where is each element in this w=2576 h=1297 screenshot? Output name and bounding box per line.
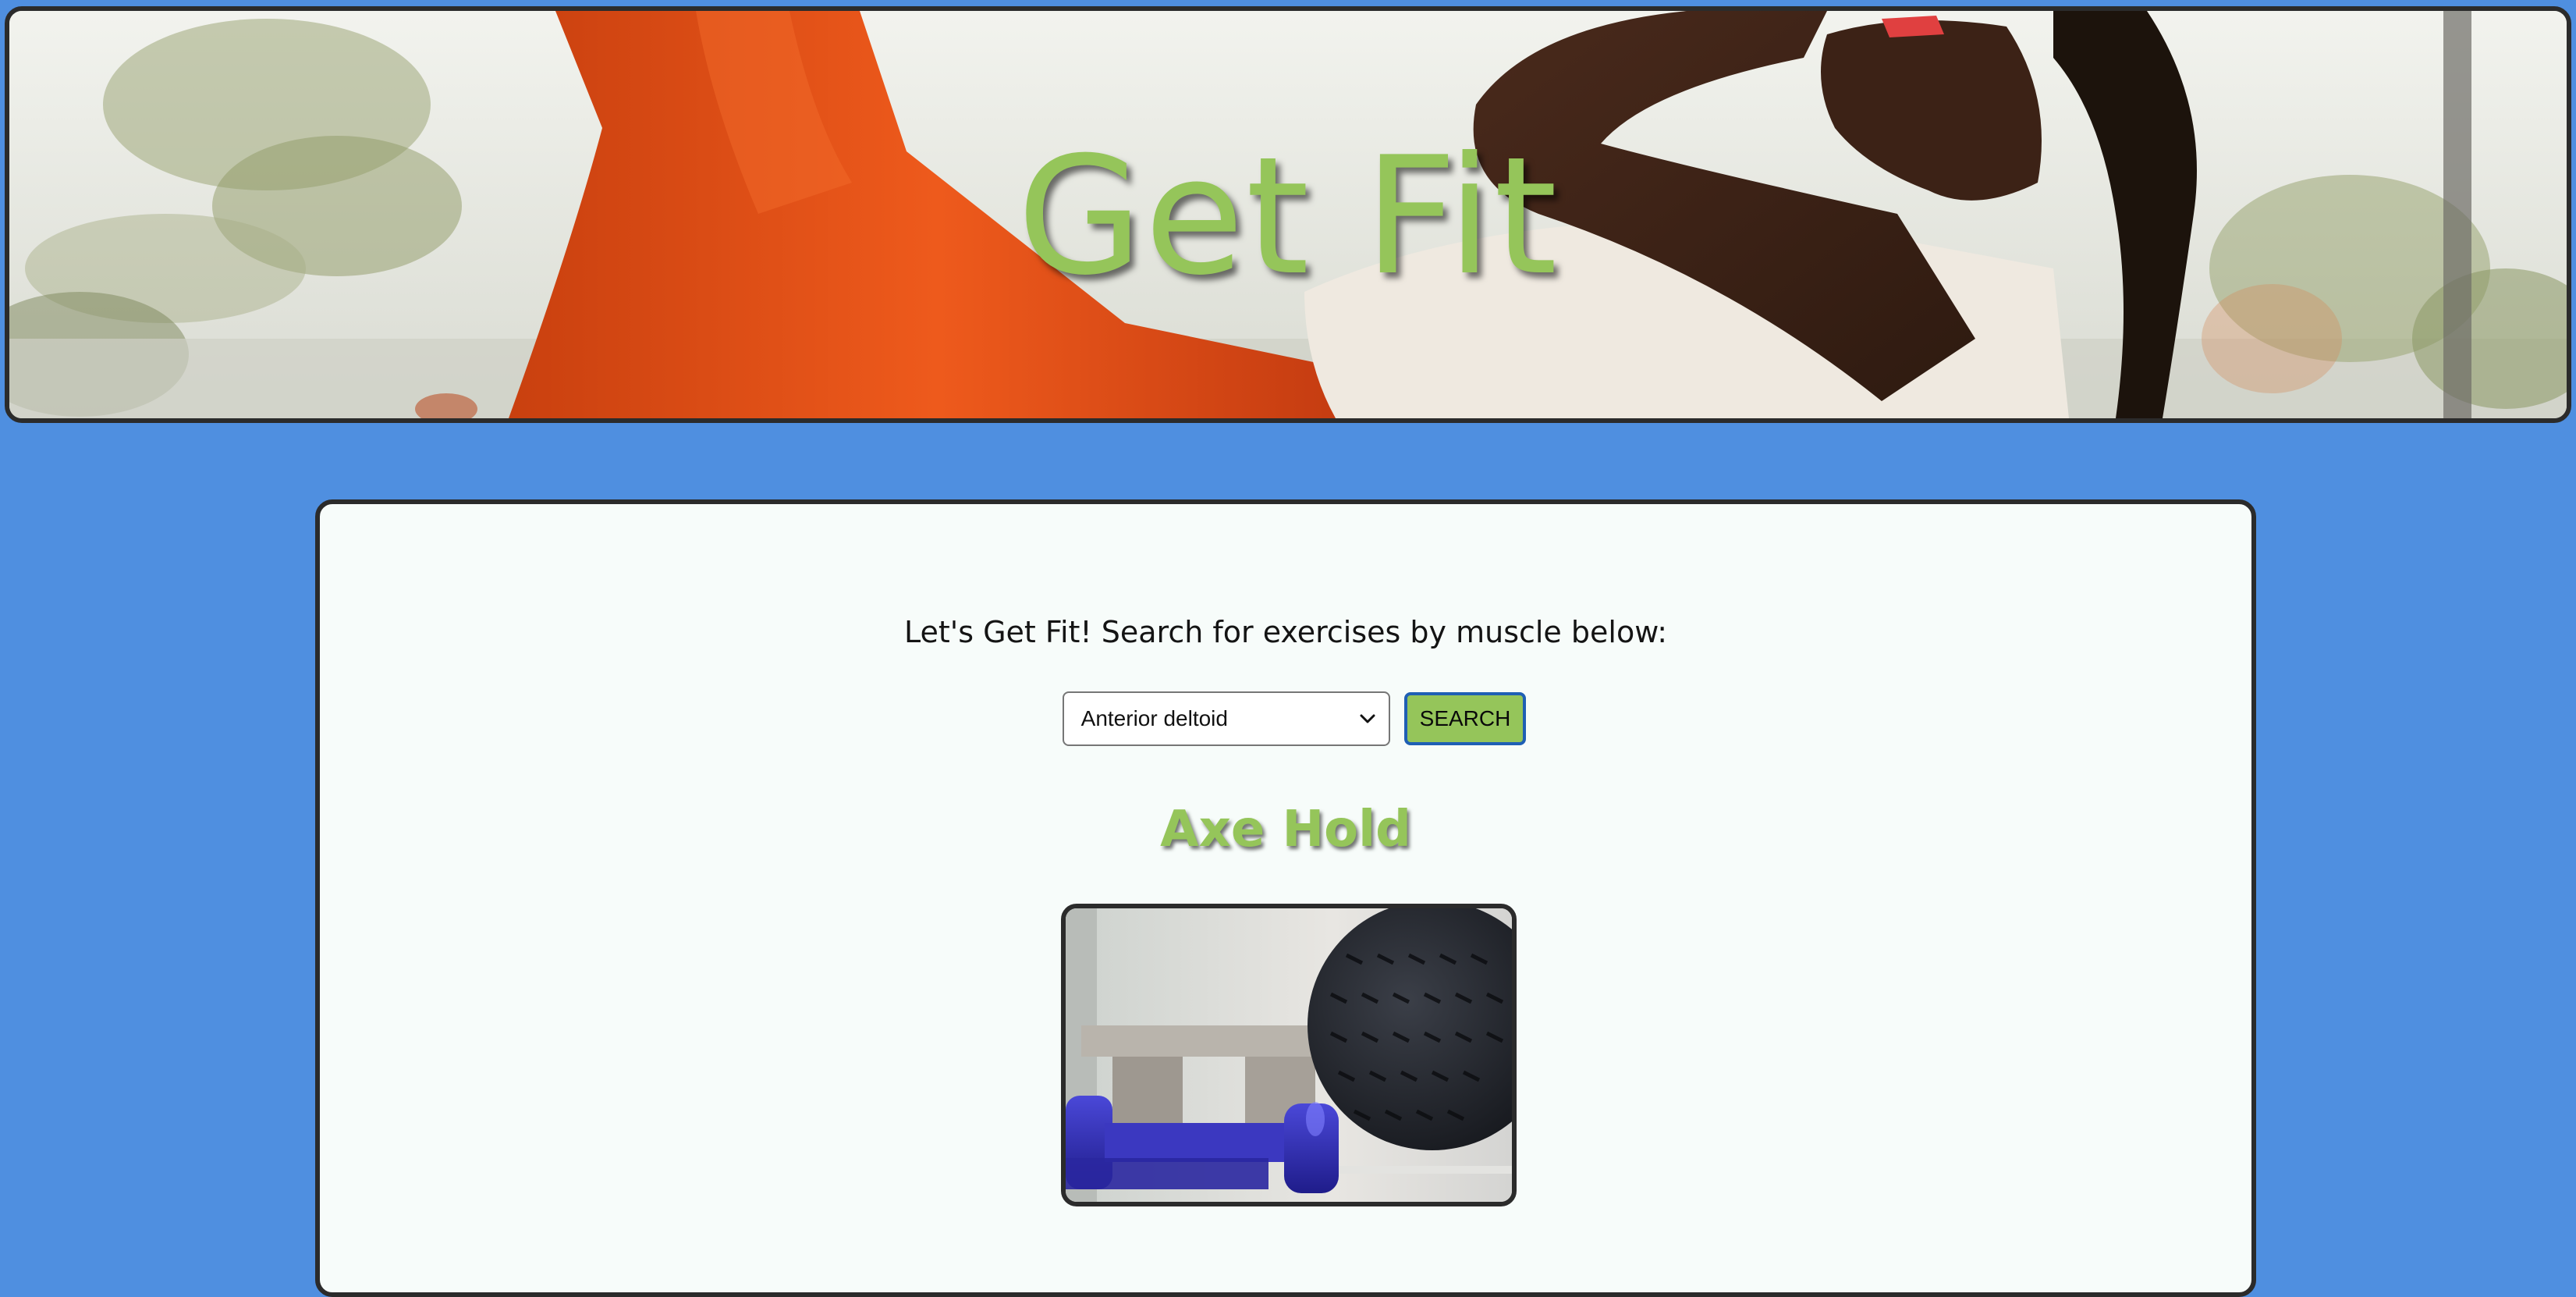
search-form: Anterior deltoid SEARCH: [320, 691, 2251, 746]
hero-banner: Get Fit: [5, 6, 2571, 423]
exercise-photo: [1066, 908, 1512, 1202]
search-intro-text: Let's Get Fit! Search for exercises by m…: [903, 615, 1668, 649]
site-title: Get Fit: [1017, 123, 1559, 311]
chevron-down-icon: [1360, 714, 1375, 723]
muscle-select[interactable]: Anterior deltoid: [1062, 691, 1390, 746]
search-card: Let's Get Fit! Search for exercises by m…: [315, 499, 2256, 1297]
exercise-title: Axe Hold: [1160, 801, 1411, 858]
exercise-image: [1061, 904, 1517, 1206]
search-button[interactable]: SEARCH: [1403, 692, 1527, 745]
muscle-select-value: Anterior deltoid: [1080, 706, 1228, 730]
